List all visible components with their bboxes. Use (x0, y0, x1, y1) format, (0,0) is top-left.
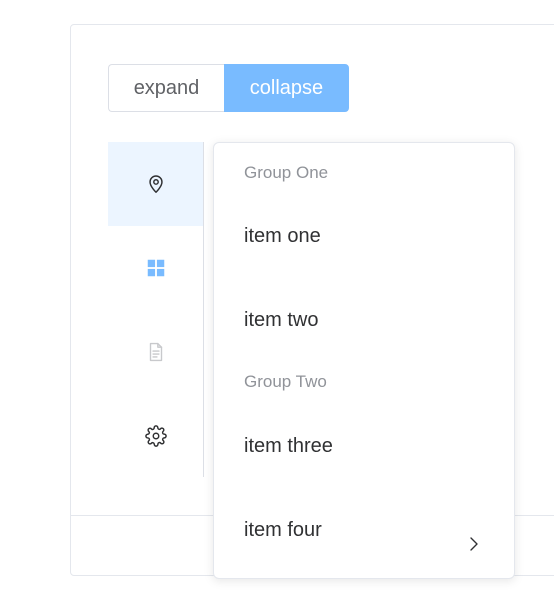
menu-item-four-label: item four (244, 519, 322, 541)
sidebar-item-navigator[interactable] (108, 226, 203, 310)
group-one-title: Group One (244, 163, 329, 182)
sidebar-item-document-disabled (108, 310, 203, 394)
group-two-title: Group Two (244, 372, 327, 391)
submenu-popup: Group One item one item two Group Two it… (213, 142, 515, 579)
menu-item-three[interactable]: item three (214, 418, 514, 474)
sidebar-item-settings[interactable] (108, 394, 203, 478)
menu-item-four[interactable]: item four (214, 502, 514, 558)
collapse-button[interactable]: collapse (224, 64, 349, 112)
document-icon (145, 341, 167, 363)
chevron-right-icon (466, 520, 482, 551)
expand-button[interactable]: expand (108, 64, 224, 112)
sidebar-item-location[interactable] (108, 142, 203, 226)
grid-menu-icon (145, 257, 167, 279)
collapse-toggle-button-group: expand collapse (108, 64, 349, 112)
menu-item-two[interactable]: item two (214, 292, 514, 348)
location-icon (145, 173, 167, 195)
gear-icon (144, 425, 167, 447)
collapsed-sidebar-menu (108, 142, 204, 477)
menu-item-one[interactable]: item one (214, 208, 514, 264)
